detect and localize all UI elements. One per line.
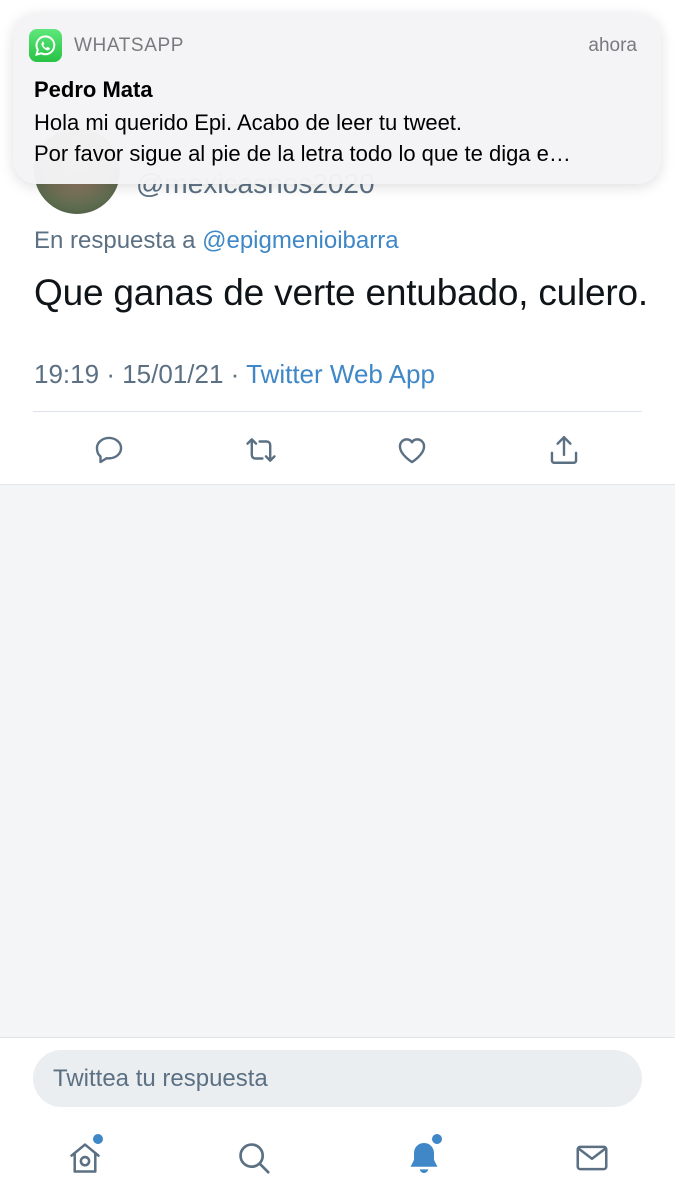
- home-badge-dot: [93, 1134, 103, 1144]
- whatsapp-notification[interactable]: WHATSAPP ahora Pedro Mata Hola mi querid…: [13, 13, 661, 184]
- search-icon: [239, 1143, 270, 1174]
- tweet-time: 19:19: [34, 359, 100, 389]
- retweet-button[interactable]: [241, 430, 281, 470]
- notification-app-name: WHATSAPP: [74, 35, 185, 56]
- tab-messages[interactable]: [570, 1136, 614, 1180]
- phone-bubble-icon: [35, 35, 56, 56]
- notification-sender: Pedro Mata: [34, 77, 153, 102]
- mail-icon: [576, 1145, 608, 1171]
- heart-icon: [398, 438, 426, 464]
- reply-input[interactable]: [33, 1050, 642, 1107]
- retweet-icon: [246, 438, 276, 462]
- tweet-source-link[interactable]: Twitter Web App: [246, 359, 435, 389]
- reply-context: En respuesta a @epigmenioibarra: [34, 227, 399, 255]
- meta-separator: ·: [106, 359, 115, 389]
- tweet-meta: 19:19 · 15/01/21 · Twitter Web App: [34, 359, 435, 390]
- empty-replies-area: [0, 484, 675, 1038]
- notification-message-line: Por favor sigue al pie de la letra todo …: [34, 141, 571, 166]
- tweet-actions-bar: [0, 428, 675, 474]
- tweet-date: 15/01/21: [122, 359, 224, 389]
- screen: @mexicasnos2020 En respuesta a @epigmeni…: [0, 0, 675, 1200]
- notification-time: ahora: [588, 35, 637, 56]
- tweet-text: Que ganas de verte entubado, culero.: [34, 272, 649, 313]
- tab-search[interactable]: [232, 1136, 276, 1180]
- tab-notifications[interactable]: [402, 1134, 446, 1180]
- meta-separator: ·: [230, 359, 240, 389]
- reply-prefix: En respuesta a: [34, 227, 196, 254]
- tab-home[interactable]: [63, 1134, 107, 1180]
- notification-message-line: Hola mi querido Epi. Acabo de leer tu tw…: [34, 110, 463, 135]
- home-icon: [70, 1143, 100, 1173]
- share-button[interactable]: [544, 430, 584, 470]
- notifications-badge-dot: [432, 1134, 442, 1144]
- reply-button[interactable]: [89, 430, 129, 470]
- divider: [33, 411, 642, 412]
- reply-icon: [95, 436, 123, 464]
- bell-icon: [410, 1142, 438, 1174]
- reply-mention-link[interactable]: @epigmenioibarra: [202, 227, 398, 254]
- like-button[interactable]: [392, 430, 432, 470]
- share-icon: [550, 436, 578, 464]
- whatsapp-icon: [29, 29, 62, 62]
